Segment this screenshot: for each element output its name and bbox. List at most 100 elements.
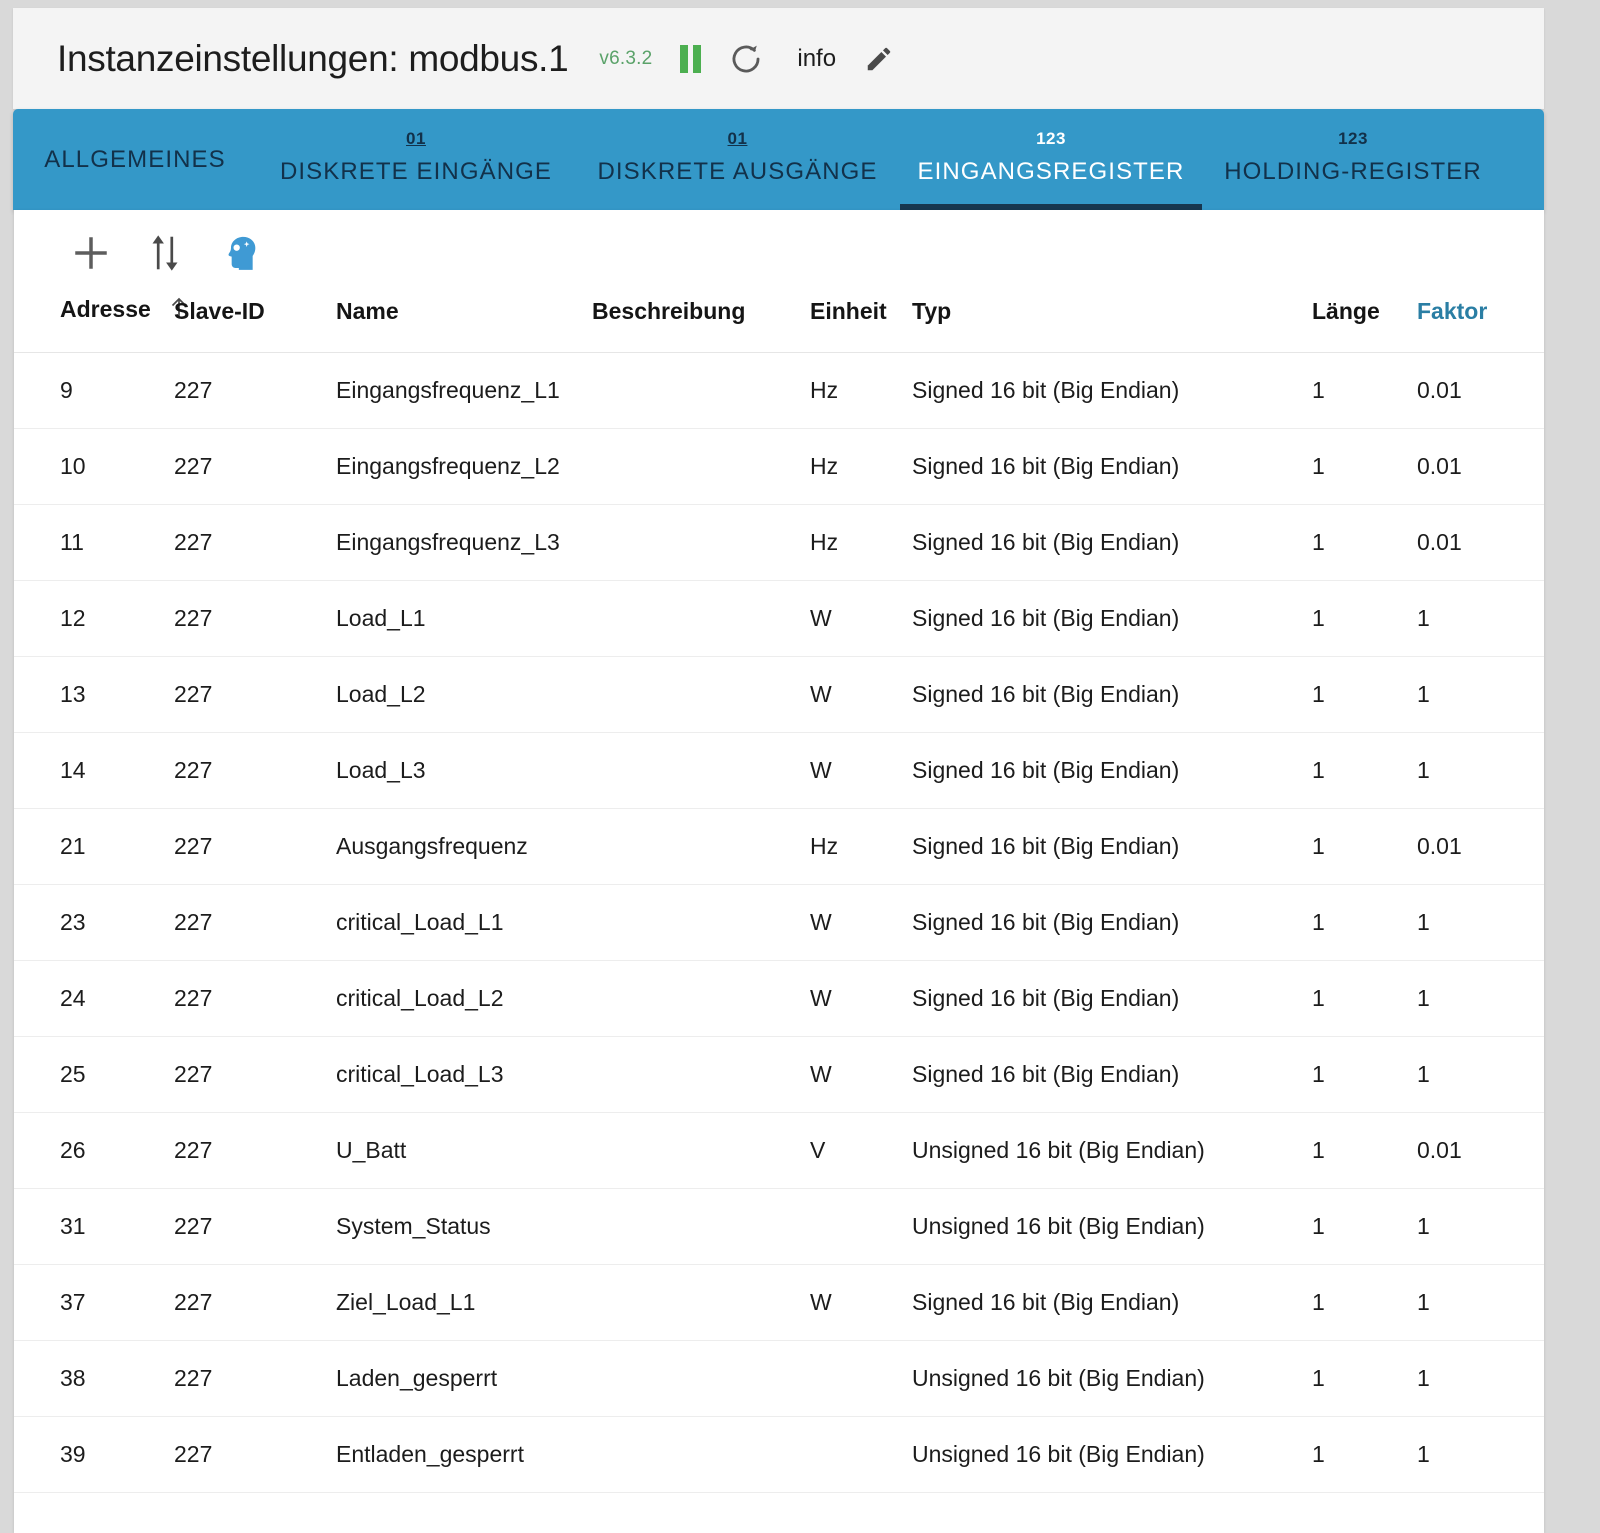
- cell-typ[interactable]: Signed 16 bit (Big Endian): [912, 732, 1312, 809]
- cell-laenge[interactable]: 1: [1312, 656, 1417, 733]
- cell-typ[interactable]: Signed 16 bit (Big Endian): [912, 656, 1312, 733]
- cell-faktor[interactable]: 1: [1417, 1340, 1544, 1417]
- cell-laenge[interactable]: 1: [1312, 1416, 1417, 1493]
- table-row[interactable]: 23 227 critical_Load_L1 W Signed 16 bit (Big…: [14, 884, 1544, 961]
- cell-beschreibung[interactable]: [592, 504, 810, 581]
- edit-pencil-icon[interactable]: [864, 44, 894, 74]
- cell-name[interactable]: Eingangsfrequenz_L1: [336, 352, 592, 429]
- cell-faktor[interactable]: 1: [1417, 1036, 1544, 1113]
- cell-name[interactable]: Load_L1: [336, 580, 592, 657]
- cell-slave_id[interactable]: 227: [174, 1264, 336, 1341]
- cell-laenge[interactable]: 1: [1312, 1036, 1417, 1113]
- tab-holding-register[interactable]: 123 HOLDING-REGISTER: [1202, 109, 1504, 210]
- cell-typ[interactable]: Unsigned 16 bit (Big Endian): [912, 1340, 1312, 1417]
- cell-slave_id[interactable]: 227: [174, 808, 336, 885]
- ai-assistant-button[interactable]: [202, 222, 276, 284]
- pause-icon[interactable]: [680, 44, 702, 73]
- cell-adresse[interactable]: 21: [14, 808, 174, 885]
- cell-faktor[interactable]: 0.01: [1417, 352, 1544, 429]
- cell-faktor[interactable]: 0.01: [1417, 428, 1544, 505]
- cell-beschreibung[interactable]: [592, 960, 810, 1037]
- cell-beschreibung[interactable]: [592, 656, 810, 733]
- cell-einheit[interactable]: W: [810, 1264, 912, 1341]
- cell-typ[interactable]: Signed 16 bit (Big Endian): [912, 428, 1312, 505]
- table-row[interactable]: 31 227 System_Status Unsigned 16 bit (Big E…: [14, 1188, 1544, 1265]
- cell-faktor[interactable]: 1: [1417, 1188, 1544, 1265]
- column-header-beschreibung[interactable]: Beschreibung: [592, 296, 810, 353]
- info-button[interactable]: info: [797, 45, 836, 73]
- column-header-adresse[interactable]: Adresse: [14, 296, 187, 353]
- cell-laenge[interactable]: 1: [1312, 732, 1417, 809]
- cell-slave_id[interactable]: 227: [174, 504, 336, 581]
- cell-einheit[interactable]: [810, 1416, 912, 1493]
- tab-allgemeines[interactable]: ALLGEMEINES: [13, 109, 257, 210]
- cell-name[interactable]: System_Status: [336, 1188, 592, 1265]
- add-button[interactable]: [54, 222, 128, 284]
- cell-slave_id[interactable]: 227: [174, 1340, 336, 1417]
- cell-typ[interactable]: Signed 16 bit (Big Endian): [912, 1264, 1312, 1341]
- cell-laenge[interactable]: 1: [1312, 428, 1417, 505]
- cell-beschreibung[interactable]: [592, 1264, 810, 1341]
- cell-typ[interactable]: Signed 16 bit (Big Endian): [912, 960, 1312, 1037]
- cell-faktor[interactable]: 1: [1417, 580, 1544, 657]
- cell-beschreibung[interactable]: [592, 580, 810, 657]
- cell-typ[interactable]: Signed 16 bit (Big Endian): [912, 580, 1312, 657]
- cell-slave_id[interactable]: 227: [174, 1036, 336, 1113]
- cell-name[interactable]: critical_Load_L1: [336, 884, 592, 961]
- cell-slave_id[interactable]: 227: [174, 428, 336, 505]
- cell-einheit[interactable]: V: [810, 1112, 912, 1189]
- cell-adresse[interactable]: 37: [14, 1264, 174, 1341]
- cell-name[interactable]: critical_Load_L2: [336, 960, 592, 1037]
- cell-einheit[interactable]: Hz: [810, 428, 912, 505]
- cell-slave_id[interactable]: 227: [174, 1416, 336, 1493]
- cell-faktor[interactable]: 1: [1417, 656, 1544, 733]
- cell-typ[interactable]: Unsigned 16 bit (Big Endian): [912, 1188, 1312, 1265]
- cell-beschreibung[interactable]: [592, 1036, 810, 1113]
- tab-diskrete-ausgaenge[interactable]: 01 DISKRETE AUSGÄNGE: [575, 109, 900, 210]
- cell-adresse[interactable]: 24: [14, 960, 174, 1037]
- cell-faktor[interactable]: 0.01: [1417, 504, 1544, 581]
- cell-beschreibung[interactable]: [592, 1188, 810, 1265]
- cell-faktor[interactable]: 1: [1417, 1416, 1544, 1493]
- cell-adresse[interactable]: 9: [14, 352, 174, 429]
- table-row[interactable]: 9 227 Eingangsfrequenz_L1 Hz Signed 16 bit (…: [14, 352, 1544, 429]
- cell-faktor[interactable]: 0.01: [1417, 808, 1544, 885]
- cell-adresse[interactable]: 10: [14, 428, 174, 505]
- cell-adresse[interactable]: 14: [14, 732, 174, 809]
- cell-faktor[interactable]: 1: [1417, 732, 1544, 809]
- cell-name[interactable]: Entladen_gesperrt: [336, 1416, 592, 1493]
- cell-name[interactable]: Ausgangsfrequenz: [336, 808, 592, 885]
- cell-slave_id[interactable]: 227: [174, 656, 336, 733]
- cell-faktor[interactable]: 0.01: [1417, 1112, 1544, 1189]
- cell-beschreibung[interactable]: [592, 352, 810, 429]
- cell-laenge[interactable]: 1: [1312, 1188, 1417, 1265]
- cell-beschreibung[interactable]: [592, 1112, 810, 1189]
- table-row[interactable]: 25 227 critical_Load_L3 W Signed 16 bit (Big…: [14, 1036, 1544, 1113]
- cell-einheit[interactable]: W: [810, 884, 912, 961]
- cell-laenge[interactable]: 1: [1312, 884, 1417, 961]
- cell-adresse[interactable]: 26: [14, 1112, 174, 1189]
- table-row[interactable]: 21 227 Ausgangsfrequenz Hz Signed 16 bit (Bi…: [14, 808, 1544, 885]
- table-row[interactable]: 12 227 Load_L1 W Signed 16 bit (Big Endian) 1…: [14, 580, 1544, 657]
- cell-beschreibung[interactable]: [592, 808, 810, 885]
- cell-adresse[interactable]: 23: [14, 884, 174, 961]
- column-header-einheit[interactable]: Einheit: [810, 296, 912, 353]
- table-row[interactable]: 13 227 Load_L2 W Signed 16 bit (Big Endian) 1…: [14, 656, 1544, 733]
- cell-faktor[interactable]: 1: [1417, 1264, 1544, 1341]
- cell-beschreibung[interactable]: [592, 884, 810, 961]
- cell-adresse[interactable]: 13: [14, 656, 174, 733]
- cell-typ[interactable]: Signed 16 bit (Big Endian): [912, 884, 1312, 961]
- cell-faktor[interactable]: 1: [1417, 960, 1544, 1037]
- column-header-faktor[interactable]: Faktor: [1417, 296, 1544, 353]
- refresh-icon[interactable]: [729, 42, 763, 76]
- cell-name[interactable]: critical_Load_L3: [336, 1036, 592, 1113]
- cell-laenge[interactable]: 1: [1312, 1112, 1417, 1189]
- cell-name[interactable]: U_Batt: [336, 1112, 592, 1189]
- column-header-laenge[interactable]: Länge: [1312, 296, 1417, 353]
- cell-laenge[interactable]: 1: [1312, 960, 1417, 1037]
- cell-name[interactable]: Load_L2: [336, 656, 592, 733]
- cell-adresse[interactable]: 12: [14, 580, 174, 657]
- table-row[interactable]: 39 227 Entladen_gesperrt Unsigned 16 bit (B…: [14, 1416, 1544, 1493]
- table-row[interactable]: 38 227 Laden_gesperrt Unsigned 16 bit (Big …: [14, 1340, 1544, 1417]
- cell-typ[interactable]: Signed 16 bit (Big Endian): [912, 352, 1312, 429]
